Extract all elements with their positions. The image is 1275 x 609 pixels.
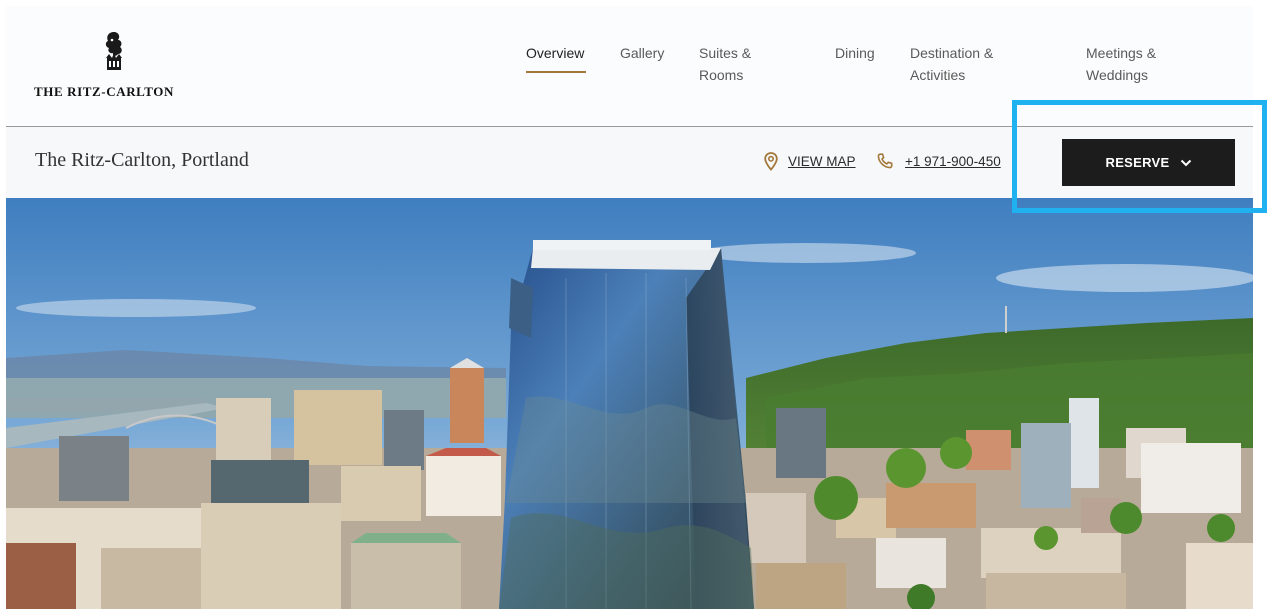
phone-link[interactable]: +1 971-900-450 <box>877 149 1001 173</box>
property-bar: The Ritz-Carlton, Portland VIEW MAP +1 9… <box>6 127 1253 198</box>
nav-overview[interactable]: Overview <box>526 42 586 73</box>
nav-destination-activities[interactable]: Destination & Activities <box>910 42 993 86</box>
nav-meetings-weddings[interactable]: Meetings & Weddings <box>1086 42 1156 86</box>
brand-logo[interactable]: THE RITZ-CARLTON <box>32 30 202 102</box>
chevron-down-icon <box>1180 159 1191 166</box>
active-nav-indicator <box>526 71 586 73</box>
nav-suites-rooms[interactable]: Suites & Rooms <box>699 42 751 86</box>
phone-number: +1 971-900-450 <box>905 153 1001 169</box>
brand-wordmark: THE RITZ-CARLTON <box>34 84 174 99</box>
lion-crown-icon <box>105 32 122 70</box>
reserve-label: RESERVE <box>1105 155 1170 170</box>
map-pin-icon <box>764 151 778 171</box>
property-name: The Ritz-Carlton, Portland <box>35 149 249 171</box>
nav-dining[interactable]: Dining <box>835 42 875 64</box>
view-map-label: VIEW MAP <box>788 153 856 169</box>
top-navigation: THE RITZ-CARLTON Overview Gallery Suites… <box>6 6 1253 127</box>
hero-skyline-image <box>6 198 1253 609</box>
page: THE RITZ-CARLTON Overview Gallery Suites… <box>6 6 1253 609</box>
view-map-link[interactable]: VIEW MAP <box>764 149 856 173</box>
nav-gallery[interactable]: Gallery <box>620 42 664 64</box>
reserve-button[interactable]: RESERVE <box>1062 139 1235 186</box>
phone-icon <box>877 153 893 169</box>
